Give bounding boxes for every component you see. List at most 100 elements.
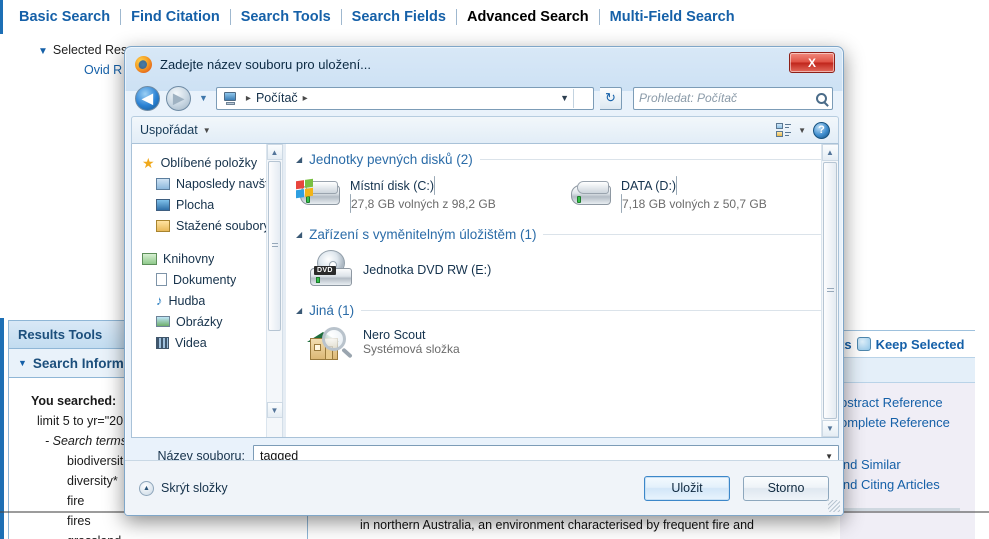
sidebar-item-label: Dokumenty — [173, 272, 237, 287]
search-input[interactable]: Prohledat: Počítač — [633, 86, 833, 110]
downloads-icon — [156, 219, 170, 232]
search-information-label: Search Inform — [32, 355, 124, 371]
view-mode-icon[interactable] — [776, 123, 792, 137]
keep-selected-row[interactable]: ts Keep Selected — [840, 330, 989, 357]
scrollbar-thumb[interactable] — [823, 162, 837, 419]
sidebar-item-downloads[interactable]: Stažené soubory — [138, 215, 282, 236]
chevron-down-icon[interactable]: ▼ — [560, 93, 569, 103]
nav-divider — [598, 9, 600, 25]
dvd-badge-label: DVD — [314, 266, 336, 275]
sidebar-item-pictures[interactable]: Obrázky — [138, 311, 282, 332]
chevron-down-icon: ▼ — [18, 358, 27, 368]
breadcrumb-separator: ▸ — [245, 92, 251, 104]
navigation-pane: ★ Oblíbené položky Naposledy navšti Ploc… — [132, 144, 283, 437]
sidebar-item-videos[interactable]: Videa — [138, 332, 282, 353]
hard-drive-icon — [567, 176, 613, 210]
sidebar-item-label: Oblíbené položky — [160, 155, 258, 170]
group-rule — [543, 234, 824, 235]
scroll-up-button[interactable]: ▲ — [821, 144, 838, 161]
collapse-triangle-icon[interactable]: ◢ — [296, 230, 302, 239]
pictures-icon — [156, 316, 170, 327]
chevron-down-icon[interactable]: ▼ — [798, 126, 806, 135]
other-item-subtitle: Systémová složka — [363, 342, 460, 356]
dialog-navigation-bar: ◀ ▶ ▼ ▸ Počítač ▸ ▼ ↻ Prohledat: Počítač — [125, 81, 843, 115]
sidebar-item-favorites[interactable]: ★ Oblíbené položky — [138, 152, 282, 173]
desktop-icon — [156, 198, 170, 211]
sidebar-item-documents[interactable]: Dokumenty — [138, 269, 282, 290]
breadcrumb-root[interactable]: Počítač — [256, 91, 298, 105]
nav-divider — [120, 9, 122, 25]
drives-row: Místní disk (C:) 27,8 GB volných z 98,2 … — [296, 176, 838, 213]
keep-selected-label: Keep Selected — [875, 336, 965, 352]
firefox-icon — [135, 55, 152, 73]
computer-icon — [222, 91, 237, 105]
group-header-removable[interactable]: ◢ Zařízení s vyměnitelným úložištěm (1) — [296, 227, 838, 242]
sidebar-item-libraries[interactable]: Knihovny — [138, 248, 282, 269]
find-similar-link[interactable]: ind Similar — [840, 455, 989, 475]
hide-folders-label: Skrýt složky — [161, 481, 228, 495]
drive-item-c[interactable]: Místní disk (C:) 27,8 GB volných z 98,2 … — [296, 176, 531, 213]
search-term: grassland — [31, 531, 307, 539]
navigation-pane-scrollbar[interactable]: ▲ ▼ — [266, 144, 283, 437]
dialog-title-bar[interactable]: Zadejte název souboru pro uložení... — [125, 47, 843, 81]
dialog-toolbar: Uspořádat ▼ ▼ ? — [131, 116, 839, 144]
right-panel-band — [840, 357, 989, 383]
collapse-triangle-icon[interactable]: ◢ — [296, 155, 302, 164]
sidebar-item-label: Videa — [175, 335, 207, 350]
ovid-resource-link[interactable]: Ovid R — [84, 63, 122, 77]
cancel-button[interactable]: Storno — [743, 475, 829, 501]
nav-divider — [455, 9, 457, 25]
tab-basic-search[interactable]: Basic Search — [19, 9, 110, 25]
sidebar-item-recent-places[interactable]: Naposledy navšti — [138, 173, 282, 194]
organize-button[interactable]: Uspořádat ▼ — [140, 123, 211, 137]
sidebar-item-label: Plocha — [176, 197, 215, 212]
complete-reference-link[interactable]: omplete Reference — [840, 413, 989, 433]
refresh-button[interactable]: ↻ — [600, 86, 622, 110]
find-citing-articles-link[interactable]: ind Citing Articles — [840, 475, 989, 495]
tab-search-tools[interactable]: Search Tools — [241, 9, 331, 25]
collapse-triangle-icon[interactable]: ◢ — [296, 306, 302, 315]
tab-find-citation[interactable]: Find Citation — [131, 9, 220, 25]
keep-selected-icon — [856, 337, 871, 351]
close-button[interactable]: X — [789, 52, 835, 73]
scroll-down-button[interactable]: ▼ — [266, 402, 283, 418]
sidebar-item-label: Naposledy navšti — [176, 176, 272, 191]
back-button[interactable]: ◀ — [135, 85, 160, 111]
address-bar[interactable]: ▸ Počítač ▸ ▼ — [215, 86, 594, 110]
sidebar-item-music[interactable]: ♪ Hudba — [138, 290, 282, 311]
file-list-scrollbar[interactable]: ▲ ▼ — [821, 144, 838, 437]
group-header-other[interactable]: ◢ Jiná (1) — [296, 303, 838, 318]
scroll-up-button[interactable]: ▲ — [266, 144, 283, 160]
tab-advanced-search[interactable]: Advanced Search — [467, 9, 589, 25]
videos-icon — [156, 336, 169, 349]
libraries-icon — [142, 252, 157, 265]
device-item-dvd[interactable]: DVD Jednotka DVD RW (E:) — [308, 250, 838, 290]
sidebar-item-desktop[interactable]: Plocha — [138, 194, 282, 215]
right-panel-links: bstract Reference omplete Reference ind … — [840, 383, 989, 539]
forward-button[interactable]: ▶ — [166, 85, 191, 111]
save-file-dialog: Zadejte název souboru pro uložení... X ◀… — [124, 46, 844, 516]
resize-grip[interactable] — [828, 500, 840, 512]
abstract-reference-link[interactable]: bstract Reference — [840, 393, 989, 413]
nero-scout-icon — [307, 326, 354, 368]
drive-item-d[interactable]: DATA (D:) 7,18 GB volných z 50,7 GB — [567, 176, 802, 213]
hide-folders-button[interactable]: ▲ Skrýt složky — [139, 480, 228, 496]
scrollbar-thumb[interactable] — [268, 161, 281, 331]
tab-search-fields[interactable]: Search Fields — [352, 9, 446, 25]
tab-multi-field-search[interactable]: Multi-Field Search — [610, 9, 735, 25]
other-item-nero-scout[interactable]: Nero Scout Systémová složka — [307, 326, 838, 368]
recent-locations-button[interactable]: ▼ — [197, 93, 210, 103]
help-icon[interactable]: ? — [813, 121, 830, 139]
toolbar-right-group: ▼ ? — [776, 121, 830, 139]
save-button[interactable]: Uložit — [644, 475, 730, 501]
dialog-content: ★ Oblíbené položky Naposledy navšti Ploc… — [131, 144, 839, 438]
drive-free-text: 27,8 GB volných z 98,2 GB — [351, 197, 496, 211]
group-header-hard-drives[interactable]: ◢ Jednotky pevných disků (2) — [296, 152, 838, 167]
nav-divider — [229, 9, 231, 25]
nav-divider — [340, 9, 342, 25]
left-rail — [0, 318, 4, 539]
group-title: Jednotky pevných disků (2) — [309, 152, 473, 167]
breadcrumb-separator: ▸ — [302, 92, 308, 104]
scroll-down-button[interactable]: ▼ — [821, 420, 838, 437]
